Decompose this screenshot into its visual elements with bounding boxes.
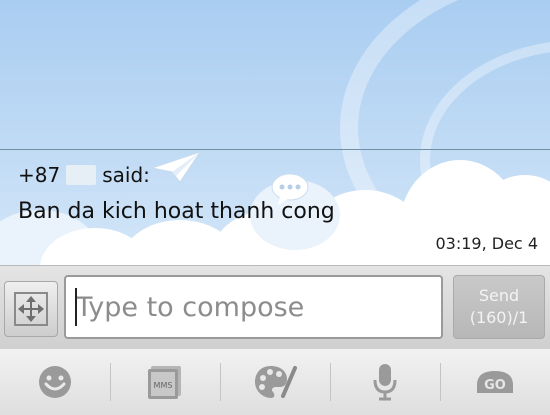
go-icon: GO — [477, 371, 513, 393]
paper-plane-icon — [150, 151, 202, 183]
voice-input-button[interactable] — [330, 349, 440, 415]
expand-arrows-icon — [14, 292, 48, 326]
conversation-area: +87 said: Ban da kich hoat thanh cong 03… — [0, 0, 550, 265]
compose-bar: Send (160)/1 — [0, 265, 550, 350]
go-button[interactable]: GO — [440, 349, 550, 415]
send-button[interactable]: Send (160)/1 — [453, 275, 545, 339]
mms-icon: MMS — [148, 366, 181, 399]
theme-button[interactable] — [220, 349, 330, 415]
microphone-icon — [373, 364, 397, 401]
attach-button[interactable] — [4, 281, 58, 337]
sender-number: +87 — [18, 163, 61, 187]
emoji-button[interactable] — [0, 349, 110, 415]
message-text: Ban da kich hoat thanh cong — [18, 199, 335, 224]
message-timestamp: 03:19, Dec 4 — [435, 234, 538, 253]
said-label: said: — [102, 163, 150, 187]
redacted-number — [66, 165, 97, 185]
message-sender: +87 said: — [18, 163, 150, 187]
mms-button[interactable]: MMS — [110, 349, 220, 415]
char-counter: (160)/1 — [469, 308, 529, 327]
palette-icon — [255, 366, 297, 398]
emoji-icon — [39, 366, 71, 398]
send-label: Send — [478, 286, 520, 305]
compose-input[interactable] — [64, 275, 443, 339]
bottom-toolbar: MMS GO — [0, 349, 550, 415]
mms-label: MMS — [154, 381, 173, 390]
go-label: GO — [484, 378, 506, 393]
text-cursor — [75, 288, 77, 326]
